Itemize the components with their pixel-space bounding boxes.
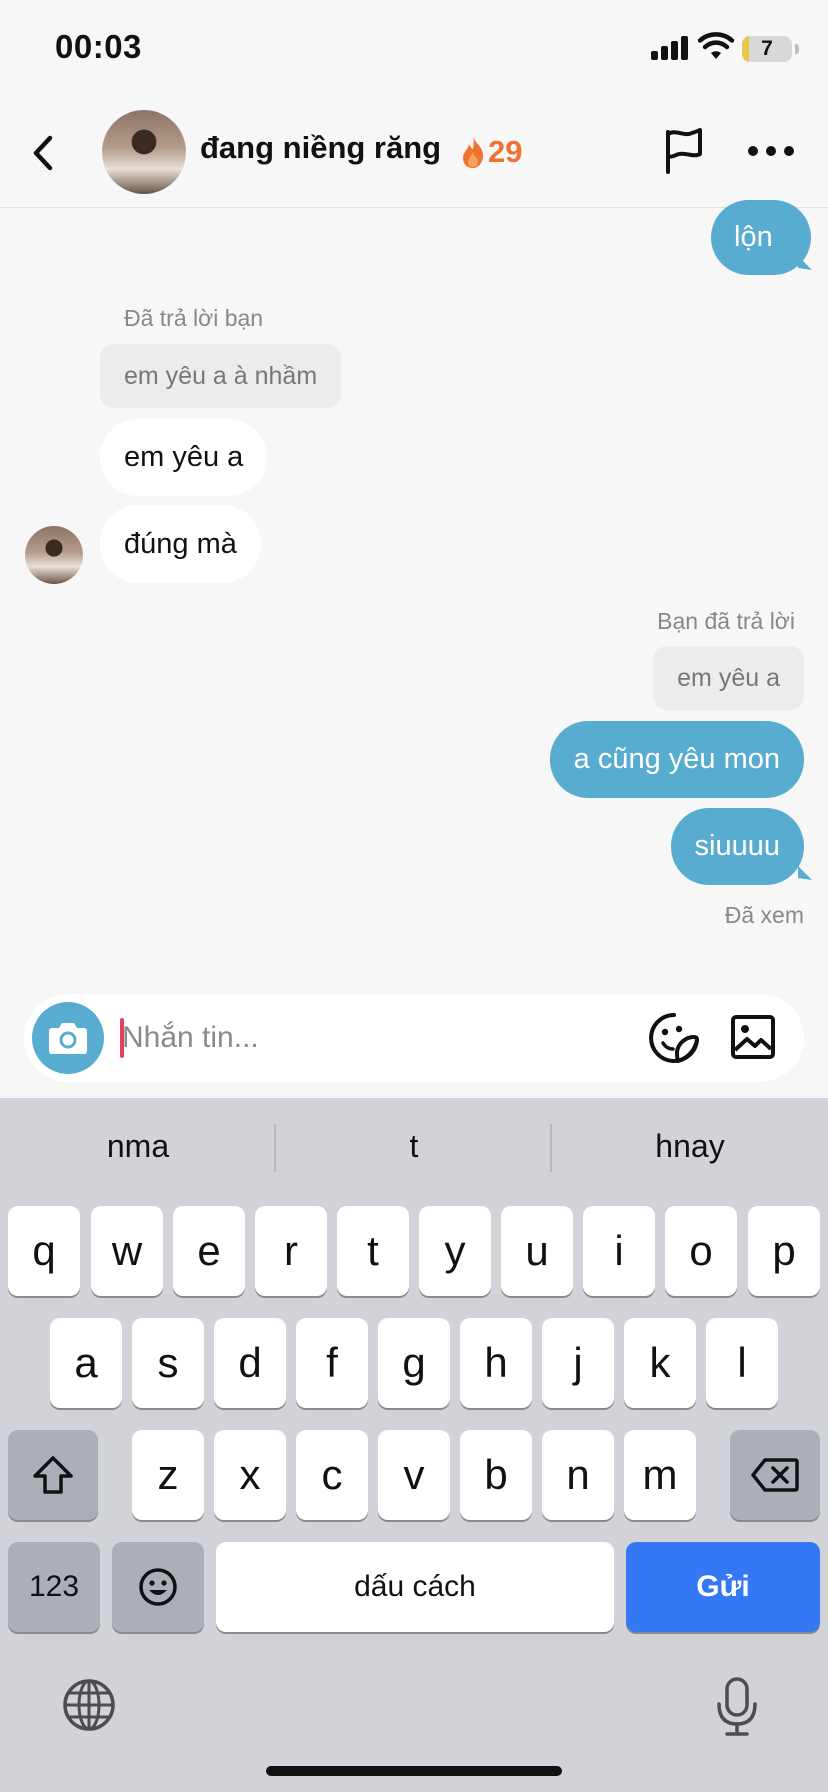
reply-quote[interactable]: em yêu a	[653, 646, 804, 710]
message-bubble-incoming[interactable]: đúng mà	[100, 505, 261, 583]
key-x[interactable]: x	[214, 1430, 286, 1520]
key-z[interactable]: z	[132, 1430, 204, 1520]
avatar[interactable]	[102, 110, 186, 194]
streak-badge: 29	[460, 130, 522, 174]
space-key[interactable]: dấu cách	[216, 1542, 614, 1632]
message-text: đúng mà	[124, 527, 237, 560]
key-t[interactable]: t	[337, 1206, 409, 1296]
numbers-key[interactable]: 123	[8, 1542, 100, 1632]
key-g[interactable]: g	[378, 1318, 450, 1408]
key-p[interactable]: p	[748, 1206, 820, 1296]
fire-icon	[463, 136, 484, 168]
contact-name[interactable]: đang niềng răng	[200, 130, 441, 166]
suggestion-item[interactable]: hnay	[552, 1098, 828, 1194]
key-j[interactable]: j	[542, 1318, 614, 1408]
suggestion-item[interactable]: nma	[0, 1098, 276, 1194]
key-c[interactable]: c	[296, 1430, 368, 1520]
battery-level: 7	[761, 37, 773, 60]
globe-icon[interactable]	[62, 1678, 116, 1732]
streak-count: 29	[488, 134, 523, 169]
key-o[interactable]: o	[665, 1206, 737, 1296]
keyboard: nma t hnay q w e r t y u i o p a s d f g…	[0, 1098, 828, 1792]
key-w[interactable]: w	[91, 1206, 163, 1296]
key-f[interactable]: f	[296, 1318, 368, 1408]
bubble-tail	[798, 866, 812, 880]
message-bubble-outgoing[interactable]: lộn	[711, 200, 811, 275]
message-text: lộn	[734, 221, 773, 253]
message-text: a cũng yêu mon	[573, 743, 780, 775]
key-y[interactable]: y	[419, 1206, 491, 1296]
message-input[interactable]	[122, 1012, 542, 1064]
send-key[interactable]: Gửi	[626, 1542, 820, 1632]
suggestion-item[interactable]: t	[276, 1098, 552, 1194]
key-r[interactable]: r	[255, 1206, 327, 1296]
backspace-key[interactable]	[730, 1430, 820, 1520]
signal-icon	[651, 36, 691, 60]
back-icon[interactable]	[26, 128, 62, 178]
key-k[interactable]: k	[624, 1318, 696, 1408]
key-a[interactable]: a	[50, 1318, 122, 1408]
status-time: 00:03	[55, 28, 142, 65]
backspace-icon	[751, 1458, 799, 1492]
reply-label: Đã trả lời bạn	[124, 305, 264, 331]
message-text: em yêu a	[124, 441, 244, 473]
gallery-icon[interactable]	[730, 1014, 776, 1060]
key-e[interactable]: e	[173, 1206, 245, 1296]
key-i[interactable]: i	[583, 1206, 655, 1296]
battery-icon: 7	[742, 36, 792, 62]
key-v[interactable]: v	[378, 1430, 450, 1520]
key-m[interactable]: m	[624, 1430, 696, 1520]
message-bubble-outgoing[interactable]: siuuuu	[670, 808, 804, 885]
home-indicator[interactable]	[266, 1766, 562, 1776]
shift-icon	[33, 1456, 73, 1494]
message-text: siuuuu	[694, 830, 780, 862]
message-composer	[24, 994, 804, 1082]
camera-button[interactable]	[32, 1002, 104, 1074]
sticker-icon[interactable]	[648, 1012, 700, 1064]
key-n[interactable]: n	[542, 1430, 614, 1520]
key-l[interactable]: l	[706, 1318, 778, 1408]
wifi-icon	[698, 32, 734, 59]
microphone-icon[interactable]	[714, 1676, 760, 1738]
bubble-tail	[798, 256, 812, 270]
key-h[interactable]: h	[460, 1318, 532, 1408]
reply-label: Bạn đã trả lời	[657, 608, 795, 634]
suggestion-bar: nma t hnay	[0, 1098, 828, 1194]
more-icon[interactable]	[748, 146, 794, 158]
seen-status: Đã xem	[724, 902, 804, 928]
message-bubble-incoming[interactable]: em yêu a	[100, 419, 268, 496]
message-list[interactable]: lộn Đã trả lời bạn em yêu a à nhầm em yê…	[0, 200, 828, 988]
message-bubble-outgoing[interactable]: a cũng yêu mon	[549, 721, 804, 798]
emoji-icon	[139, 1568, 177, 1606]
status-bar: 00:03 7	[0, 0, 828, 100]
sender-avatar[interactable]	[25, 526, 83, 584]
key-s[interactable]: s	[132, 1318, 204, 1408]
chat-header: đang niềng răng 29	[0, 100, 828, 208]
key-b[interactable]: b	[460, 1430, 532, 1520]
emoji-key[interactable]	[112, 1542, 204, 1632]
key-u[interactable]: u	[501, 1206, 573, 1296]
flag-icon[interactable]	[660, 126, 706, 176]
camera-icon	[49, 1023, 87, 1054]
reply-quote[interactable]: em yêu a à nhầm	[100, 344, 342, 408]
shift-key[interactable]	[8, 1430, 98, 1520]
key-q[interactable]: q	[8, 1206, 80, 1296]
key-d[interactable]: d	[214, 1318, 286, 1408]
battery-tip	[795, 44, 799, 54]
